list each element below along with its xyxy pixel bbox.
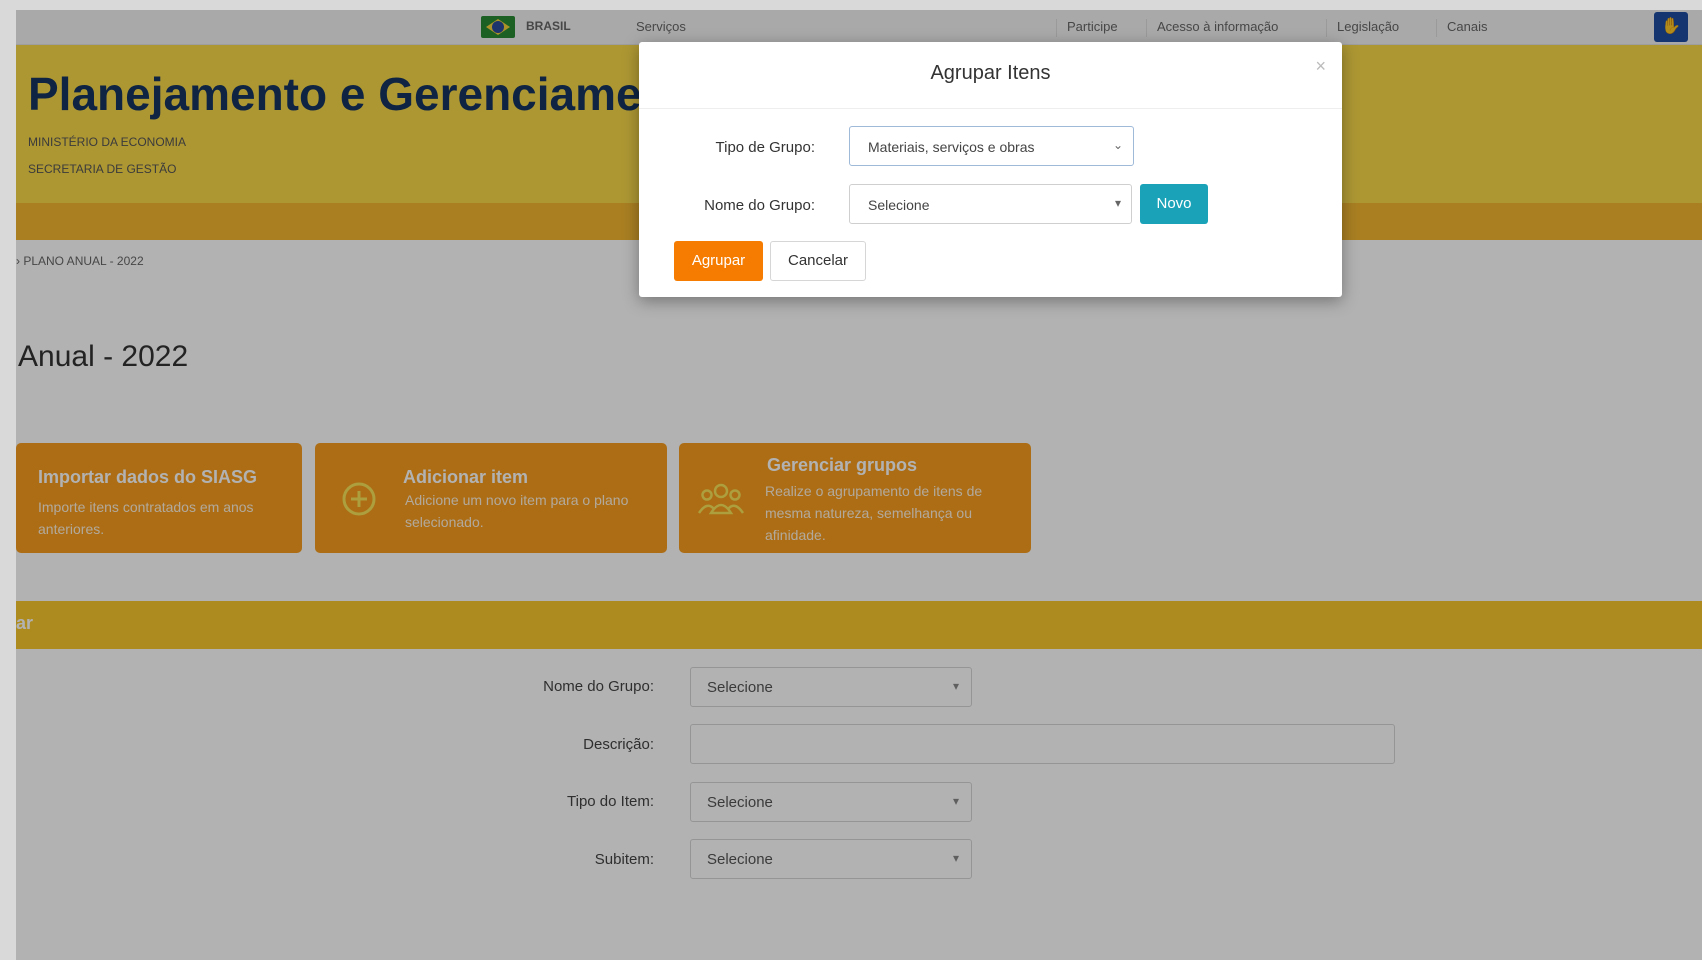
modal-title: Agrupar Itens: [930, 62, 1051, 84]
group-type-select[interactable]: Materiais, serviços e obras ⌄: [849, 126, 1134, 166]
new-group-button[interactable]: Novo: [1140, 184, 1208, 224]
chevron-down-icon: ⌄: [1112, 138, 1123, 152]
modal-group-name-select-value: Selecione: [868, 197, 930, 213]
group-type-label: Tipo de Grupo:: [715, 139, 816, 156]
group-type-select-value: Materiais, serviços e obras: [868, 139, 1035, 155]
modal-group-name-label: Nome do Grupo:: [704, 197, 815, 214]
chevron-down-icon: ▾: [1114, 196, 1121, 210]
modal-group-name-select[interactable]: Selecione ▾: [849, 184, 1132, 224]
close-icon[interactable]: ×: [1315, 56, 1326, 77]
cancel-button[interactable]: Cancelar: [770, 241, 866, 281]
modal-header: Agrupar Itens ×: [639, 42, 1342, 109]
group-button[interactable]: Agrupar: [674, 241, 763, 281]
page: BRASIL Serviços Participe Acesso à infor…: [16, 10, 1702, 960]
group-items-modal: Agrupar Itens × Tipo de Grupo: Materiais…: [639, 42, 1342, 297]
